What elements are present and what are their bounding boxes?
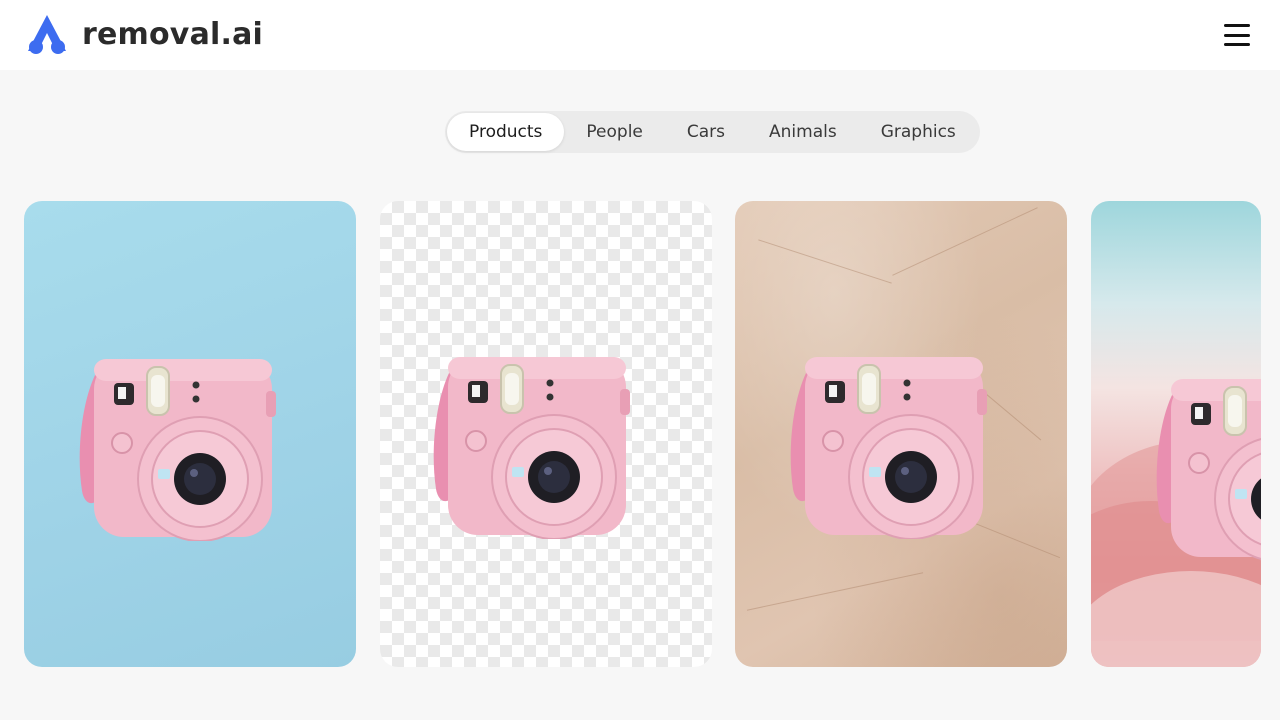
tab-products[interactable]: Products: [447, 113, 565, 151]
example-card-original[interactable]: [24, 201, 356, 667]
camera-image: [1151, 351, 1261, 561]
hamburger-menu-icon[interactable]: [1224, 24, 1250, 46]
example-card-transparent[interactable]: [380, 201, 712, 667]
tab-people[interactable]: People: [564, 113, 664, 151]
brand-name: removal.ai: [82, 16, 264, 52]
header: removal.ai: [0, 0, 1280, 70]
tab-animals[interactable]: Animals: [747, 113, 859, 151]
example-card-mountain-background[interactable]: [1091, 201, 1261, 667]
tab-graphics[interactable]: Graphics: [859, 113, 978, 151]
example-card-stone-background[interactable]: [735, 201, 1067, 667]
camera-image: [428, 329, 638, 539]
camera-image: [785, 329, 995, 539]
brand-logo[interactable]: removal.ai: [24, 13, 263, 55]
category-tabs: Products People Cars Animals Graphics: [445, 111, 980, 153]
removal-ai-logo-icon: [28, 15, 66, 54]
camera-image: [74, 331, 284, 541]
tab-cars[interactable]: Cars: [665, 113, 747, 151]
